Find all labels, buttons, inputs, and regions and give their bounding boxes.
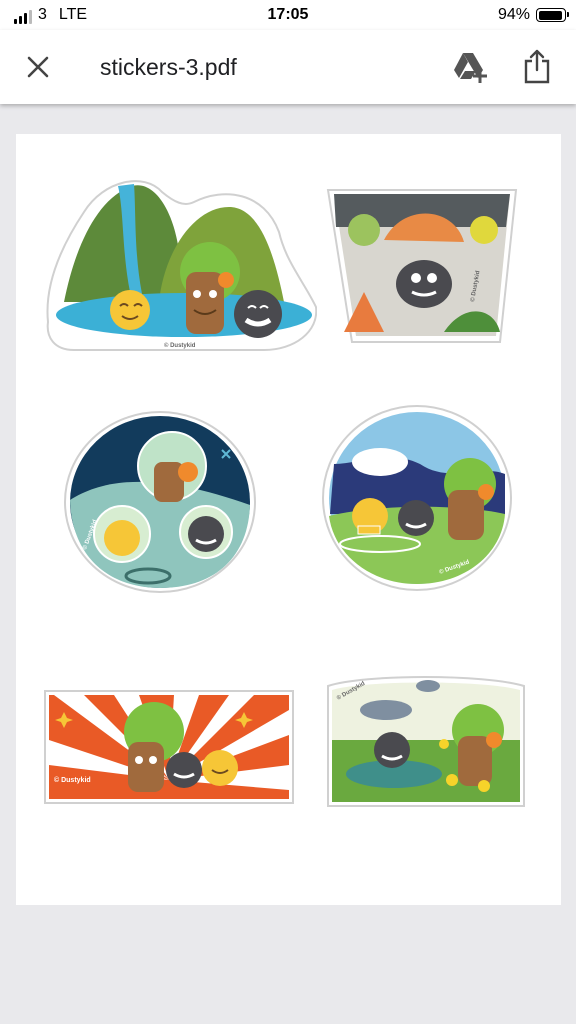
sticker-forest-rock: © Dustykid <box>324 182 520 350</box>
sticker-credit: © Dustykid <box>164 342 196 349</box>
clock: 17:05 <box>267 6 309 23</box>
battery-percent: 94% <box>497 6 530 23</box>
pdf-viewer-toolbar: stickers-3.pdf <box>0 30 576 104</box>
sticker-sunburst: © Dustykid <box>44 690 294 804</box>
close-icon[interactable] <box>22 51 54 83</box>
add-to-drive-icon[interactable] <box>452 50 488 84</box>
share-icon[interactable] <box>522 48 552 84</box>
status-bar: 3 LTE 17:05 94% <box>0 0 576 30</box>
sticker-credit: © Dustykid <box>54 776 91 784</box>
battery-fill <box>538 10 562 20</box>
battery-icon <box>536 8 569 22</box>
sticker-mountain-waterfall: © Dustykid <box>34 172 317 352</box>
status-right: 94% <box>497 6 569 24</box>
sticker-soccer-field: © Dustykid <box>320 404 514 592</box>
document-title: stickers-3.pdf <box>100 54 237 80</box>
sticker-pond-rain: © Dustykid <box>324 670 528 808</box>
sticker-space-planet: © Dustykid <box>62 410 258 594</box>
pdf-page: © Dustykid © Dustykid © Dustykid © Dusty… <box>16 134 561 905</box>
